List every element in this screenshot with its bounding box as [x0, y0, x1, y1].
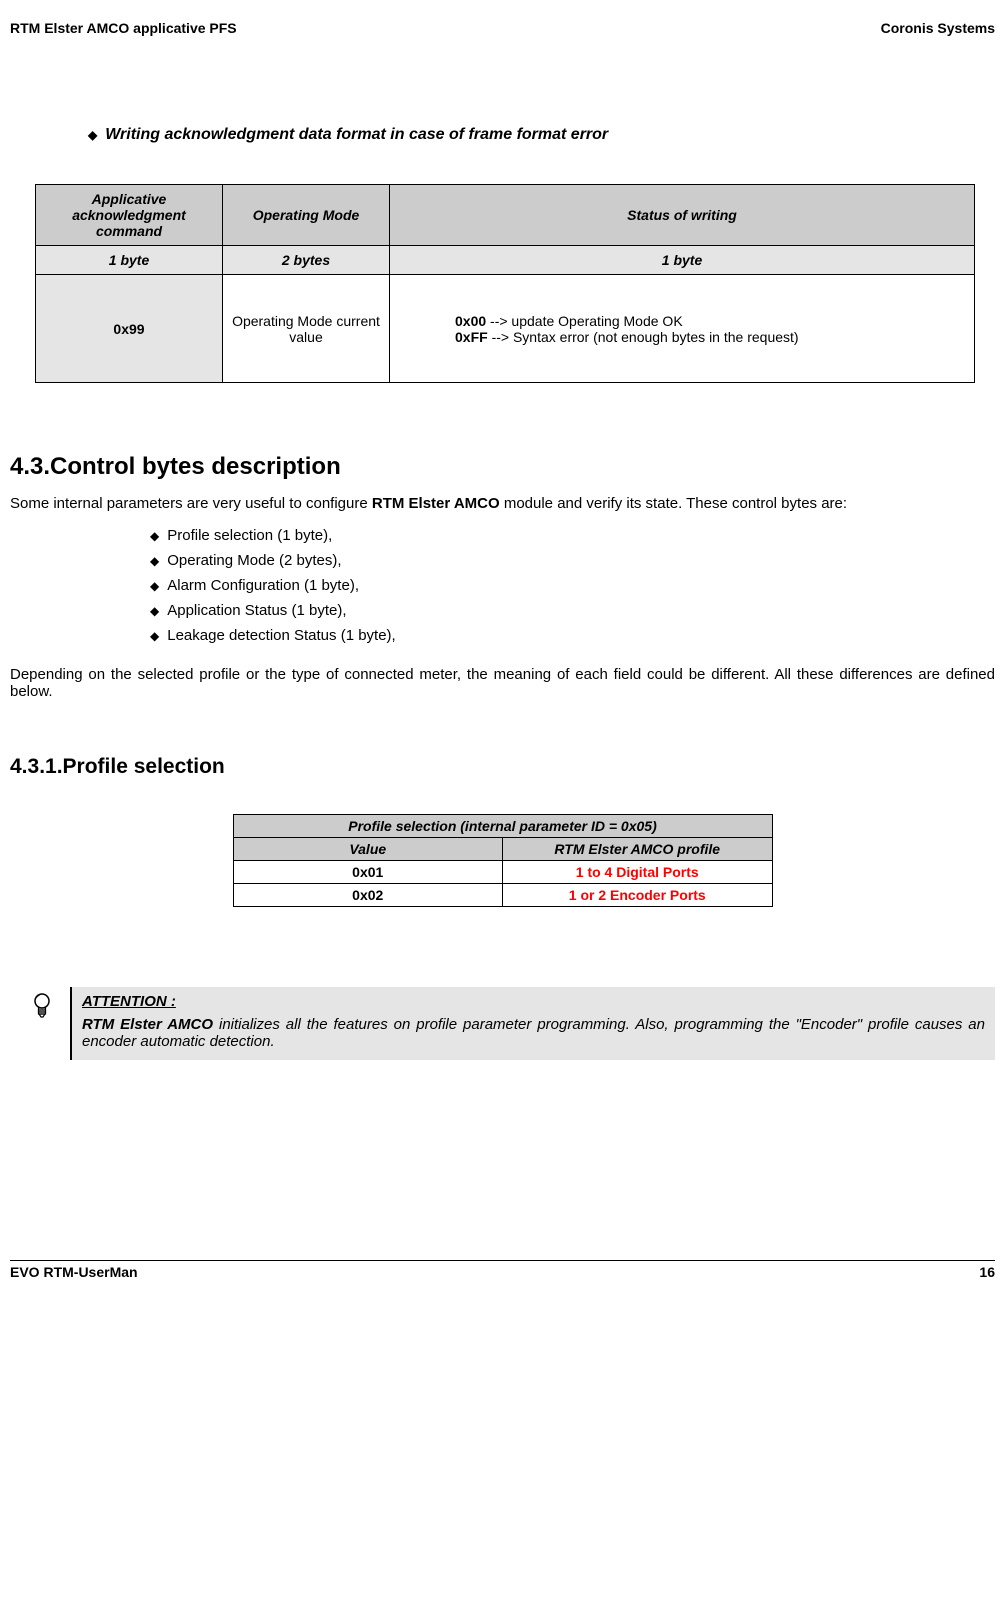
t1-r2c2: 2 bytes — [223, 246, 390, 275]
t2-r1c1: 0x01 — [233, 861, 503, 884]
header-left: RTM Elster AMCO applicative PFS — [10, 20, 237, 36]
t2-r1c2: 1 to 4 Digital Ports — [503, 861, 773, 884]
t1-h3: Status of writing — [390, 185, 975, 246]
page-header: RTM Elster AMCO applicative PFS Coronis … — [10, 20, 995, 36]
attn-text: initializes all the features on profile … — [82, 1016, 985, 1050]
status-text-2: --> Syntax error (not enough bytes in th… — [488, 329, 799, 345]
t1-r3c1: 0x99 — [36, 275, 223, 383]
t2-r2c1: 0x02 — [233, 884, 503, 907]
status-text-1: --> update Operating Mode OK — [486, 313, 683, 329]
para1-c: module and verify its state. These contr… — [500, 495, 847, 512]
t1-h2: Operating Mode — [223, 185, 390, 246]
t2-head: Profile selection (internal parameter ID… — [233, 815, 772, 838]
heading-4-3: 4.3.Control bytes description — [10, 453, 995, 481]
list-item: Alarm Configuration (1 byte), — [150, 577, 995, 594]
page-footer: EVO RTM-UserMan 16 — [10, 1260, 995, 1280]
attention-body: RTM Elster AMCO initializes all the feat… — [82, 1016, 985, 1050]
t1-h1: Applicative acknowledgment command — [36, 185, 223, 246]
t1-r2c1: 1 byte — [36, 246, 223, 275]
t1-r3c3: 0x00 --> update Operating Mode OK 0xFF -… — [390, 275, 975, 383]
para1-b: RTM Elster AMCO — [372, 495, 500, 512]
list-item: Profile selection (1 byte), — [150, 527, 995, 544]
t1-r2c3: 1 byte — [390, 246, 975, 275]
t2-r2c2: 1 or 2 Encoder Ports — [503, 884, 773, 907]
list-item: Leakage detection Status (1 byte), — [150, 627, 995, 644]
para1-a: Some internal parameters are very useful… — [10, 495, 372, 512]
footer-left: EVO RTM-UserMan — [10, 1264, 138, 1280]
header-right: Coronis Systems — [881, 20, 995, 36]
t2-h1: Value — [233, 838, 503, 861]
lightbulb-icon — [32, 992, 52, 1020]
t1-r3c2: Operating Mode current value — [223, 275, 390, 383]
heading-4-3-1: 4.3.1.Profile selection — [10, 755, 995, 779]
attention-title: ATTENTION : — [82, 993, 985, 1010]
status-code-1: 0x00 — [455, 313, 486, 329]
attention-wrap: ATTENTION : RTM Elster AMCO initializes … — [32, 987, 995, 1060]
para2: Depending on the selected profile or the… — [10, 666, 995, 700]
para1: Some internal parameters are very useful… — [10, 495, 995, 512]
list-item: Application Status (1 byte), — [150, 602, 995, 619]
profile-table: Profile selection (internal parameter ID… — [233, 814, 773, 907]
attn-bold: RTM Elster AMCO — [82, 1016, 213, 1033]
t2-h2: RTM Elster AMCO profile — [503, 838, 773, 861]
footer-right: 16 — [979, 1264, 995, 1280]
status-code-2: 0xFF — [455, 329, 488, 345]
ack-table: Applicative acknowledgment command Opera… — [35, 184, 975, 383]
list-item: Operating Mode (2 bytes), — [150, 552, 995, 569]
section-subheading: Writing acknowledgment data format in ca… — [88, 126, 995, 144]
attention-box: ATTENTION : RTM Elster AMCO initializes … — [70, 987, 995, 1060]
control-bytes-list: Profile selection (1 byte), Operating Mo… — [150, 527, 995, 644]
